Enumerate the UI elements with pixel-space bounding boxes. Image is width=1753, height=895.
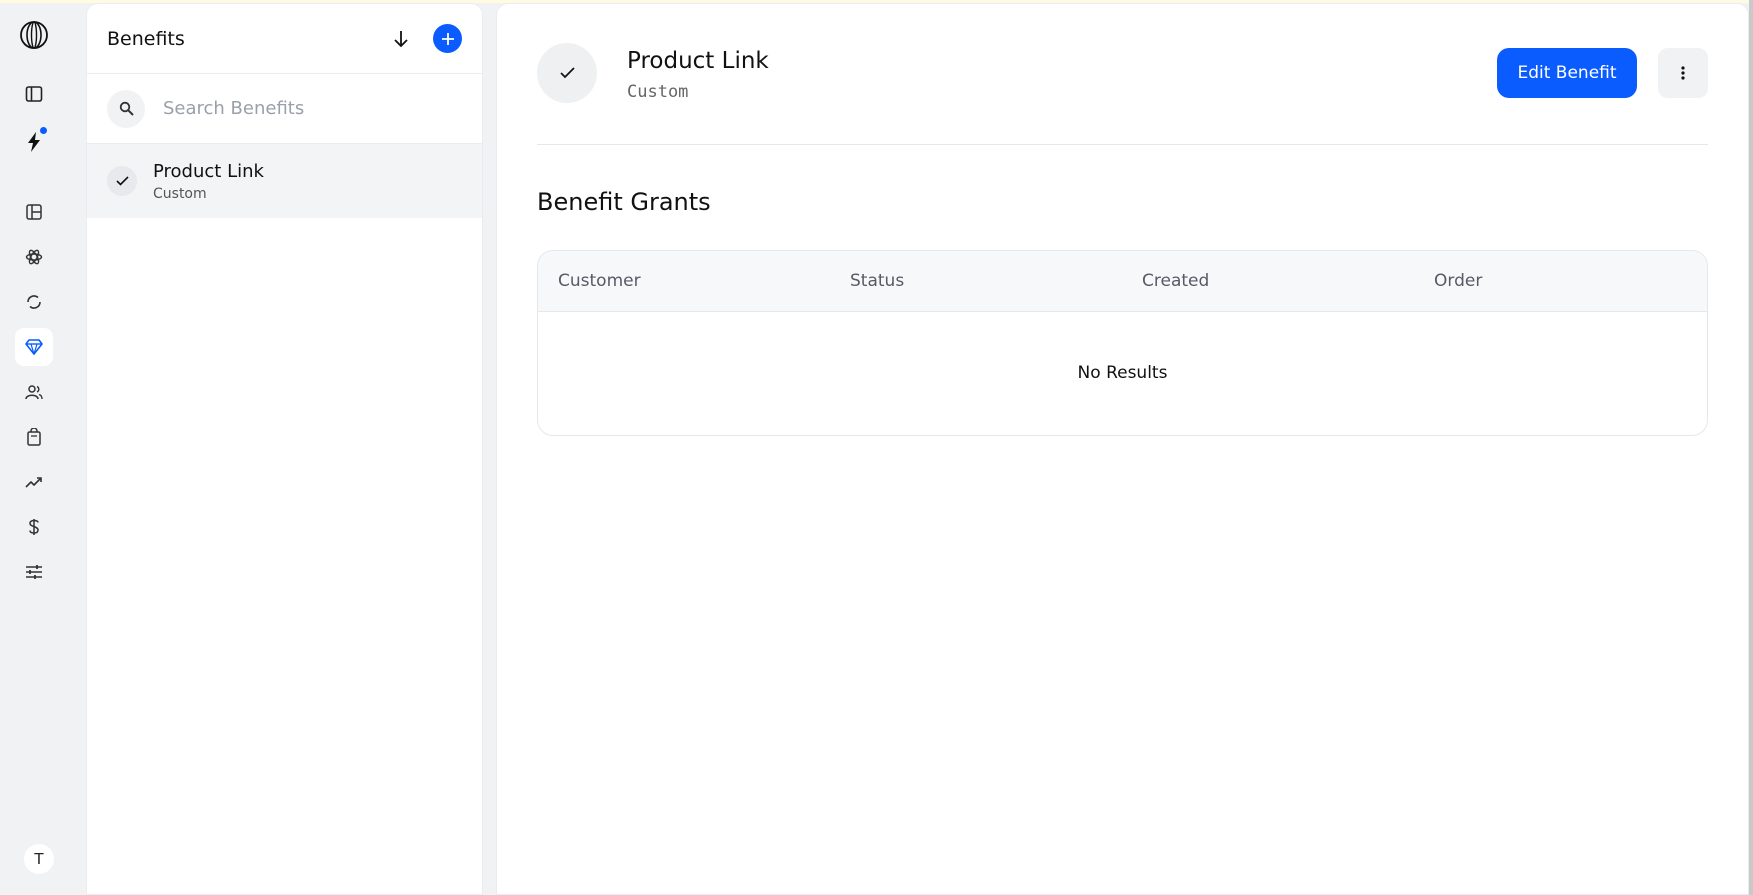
detail-header: Product Link Custom Edit Benefit: [537, 4, 1708, 145]
check-icon: [559, 67, 575, 79]
nav-dashboard[interactable]: [15, 193, 53, 231]
nav-benefits[interactable]: [15, 328, 53, 366]
list-title: Benefits: [107, 27, 185, 50]
logo[interactable]: [15, 16, 53, 54]
app-rail: T: [0, 0, 70, 895]
notification-dot: [40, 127, 47, 134]
activity-button[interactable]: [15, 123, 53, 161]
list-header: Benefits: [87, 4, 482, 74]
search-row: [87, 74, 482, 144]
plus-icon: [441, 32, 454, 45]
bolt-icon: [28, 132, 40, 152]
nav-analytics[interactable]: [15, 463, 53, 501]
edit-benefit-button[interactable]: Edit Benefit: [1497, 48, 1637, 98]
table-header: Customer Status Created Order: [538, 251, 1707, 312]
toggle-sidebar-icon: [25, 86, 43, 102]
item-check-badge: [107, 166, 137, 196]
column-customer[interactable]: Customer: [538, 271, 830, 291]
logo-icon: [20, 21, 48, 49]
benefit-detail-panel: Product Link Custom Edit Benefit Benefit…: [496, 3, 1749, 895]
settings-icon: [26, 565, 42, 579]
empty-state: No Results: [1077, 363, 1168, 383]
analytics-icon: [25, 477, 42, 488]
section-title: Benefit Grants: [537, 188, 711, 216]
search-button[interactable]: [107, 89, 145, 128]
benefit-type: Custom: [627, 82, 689, 102]
page-title: Product Link: [627, 48, 769, 74]
benefit-grants-table: Customer Status Created Order No Results: [537, 250, 1708, 436]
customers-icon: [25, 385, 43, 400]
check-icon: [115, 176, 129, 186]
benefit-check-badge: [537, 43, 597, 103]
nav-subscriptions[interactable]: [15, 283, 53, 321]
nav-products[interactable]: [15, 238, 53, 276]
column-status[interactable]: Status: [830, 271, 1122, 291]
column-created[interactable]: Created: [1122, 271, 1414, 291]
arrow-down-icon: [394, 30, 408, 47]
dashboard-icon: [26, 204, 42, 220]
column-order[interactable]: Order: [1414, 271, 1706, 291]
add-benefit-button[interactable]: [433, 24, 462, 53]
scrollbar[interactable]: [1749, 0, 1753, 895]
avatar-initial: T: [34, 850, 44, 868]
item-type: Custom: [153, 185, 207, 202]
more-options-button[interactable]: [1658, 48, 1708, 98]
benefits-list-panel: Benefits Prod: [86, 3, 483, 895]
benefit-list-item[interactable]: Product Link Custom: [87, 144, 482, 218]
item-name: Product Link: [153, 160, 264, 182]
nav-finance[interactable]: [15, 508, 53, 546]
avatar[interactable]: T: [24, 844, 54, 874]
more-vertical-icon: [1681, 66, 1685, 80]
sort-button[interactable]: [387, 25, 415, 53]
nav-settings[interactable]: [15, 553, 53, 591]
search-icon: [119, 101, 134, 116]
orders-icon: [27, 428, 41, 446]
item-text: Product Link Custom: [153, 161, 264, 202]
nav-customers[interactable]: [15, 373, 53, 411]
toggle-sidebar-button[interactable]: [15, 75, 53, 113]
nav-orders[interactable]: [15, 418, 53, 456]
finance-icon: [29, 519, 39, 535]
search-input[interactable]: [161, 97, 445, 120]
products-icon: [25, 249, 43, 265]
benefits-icon: [25, 339, 43, 355]
subscriptions-icon: [27, 295, 41, 309]
